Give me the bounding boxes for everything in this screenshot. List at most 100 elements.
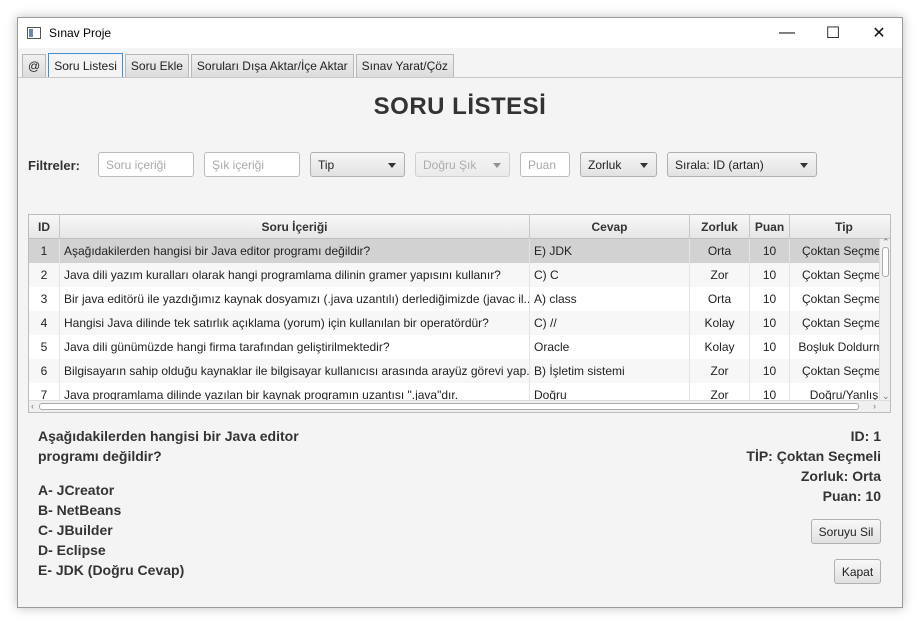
cell-id: 5 <box>29 335 60 359</box>
sort-value: Sırala: ID (artan) <box>675 158 764 172</box>
cell-question: Java dili günümüzde hangi firma tarafınd… <box>60 335 530 359</box>
cell-difficulty: Orta <box>690 239 750 263</box>
cell-score: 10 <box>750 263 790 287</box>
cell-difficulty: Zor <box>690 359 750 383</box>
type-filter-combo[interactable]: Tip <box>310 152 405 177</box>
cell-answer: A) class <box>530 287 690 311</box>
header-id[interactable]: ID <box>29 215 60 239</box>
cell-id: 6 <box>29 359 60 383</box>
header-answer[interactable]: Cevap <box>530 215 690 239</box>
vertical-scrollbar[interactable]: ⌃ ⌄ <box>879 237 890 402</box>
app-icon <box>27 27 41 39</box>
horizontal-scroll-thumb[interactable] <box>39 403 859 410</box>
choice-filter-input[interactable]: Şık içeriği <box>204 152 300 177</box>
cell-score: 10 <box>750 359 790 383</box>
cell-answer: C) // <box>530 311 690 335</box>
table-header: ID Soru İçeriği Cevap Zorluk Puan Tip <box>29 215 890 239</box>
delete-question-button[interactable]: Soruyu Sil <box>811 519 881 544</box>
cell-difficulty: Kolay <box>690 311 750 335</box>
cell-answer: B) İşletim sistemi <box>530 359 690 383</box>
chevron-down-icon <box>388 163 396 168</box>
cell-difficulty: Kolay <box>690 335 750 359</box>
close-detail-button[interactable]: Kapat <box>834 559 881 584</box>
question-table: ID Soru İçeriği Cevap Zorluk Puan Tip 1A… <box>28 214 891 413</box>
chevron-down-icon <box>640 163 648 168</box>
cell-score: 10 <box>750 335 790 359</box>
score-filter-input[interactable]: Puan <box>520 152 570 177</box>
horizontal-scrollbar[interactable]: ‹ › <box>29 400 890 412</box>
window-title: Sınav Proje <box>49 26 112 40</box>
header-type[interactable]: Tip <box>790 215 890 239</box>
app-window: Sınav Proje — ☐ ✕ @ Soru Listesi Soru Ek… <box>17 17 903 608</box>
question-filter-input[interactable]: Soru içeriği <box>98 152 194 177</box>
difficulty-filter-combo[interactable]: Zorluk <box>580 152 657 177</box>
table-row[interactable]: 6 Bilgisayarın sahip olduğu kaynaklar ile… <box>29 359 890 383</box>
detail-meta: ID: 1 TİP: Çoktan Seçmeli Zorluk: Orta P… <box>746 426 881 506</box>
cell-type: Çoktan Seçmeli <box>790 359 890 383</box>
cell-answer: C) C <box>530 263 690 287</box>
tab-at[interactable]: @ <box>22 54 47 77</box>
cell-question: Aşağıdakilerden hangisi bir Java editor … <box>60 239 530 263</box>
close-button[interactable]: ✕ <box>856 18 902 48</box>
table-row[interactable]: 4 Hangisi Java dilinde tek satırlık açıkl… <box>29 311 890 335</box>
cell-score: 10 <box>750 239 790 263</box>
choice-b: B- NetBeans <box>38 502 122 518</box>
filters-label: Filtreler: <box>28 158 81 173</box>
header-score[interactable]: Puan <box>750 215 790 239</box>
choice-c: C- JBuilder <box>38 522 113 538</box>
window-controls: — ☐ ✕ <box>764 18 902 48</box>
tab-import-export[interactable]: Soruları Dışa Aktar/İçe Aktar <box>190 54 354 77</box>
cell-score: 10 <box>750 287 790 311</box>
cell-id: 2 <box>29 263 60 287</box>
detail-type: TİP: Çoktan Seçmeli <box>746 448 881 464</box>
tab-sinav-yarat[interactable]: Sınav Yarat/Çöz <box>355 54 454 77</box>
tab-content: SORU LİSTESİ Filtreler: Soru içeriği Şık… <box>18 77 902 608</box>
detail-difficulty: Zorluk: Orta <box>800 468 881 484</box>
maximize-button[interactable]: ☐ <box>810 18 856 48</box>
cell-type: Boşluk Doldurma <box>790 335 890 359</box>
correct-choice-combo[interactable]: Doğru Şık <box>415 152 510 177</box>
choice-e: E- JDK (Doğru Cevap) <box>38 562 185 578</box>
detail-choices: A- JCreator B- NetBeans C- JBuilder D- E… <box>38 480 184 580</box>
tab-bar: @ Soru Listesi Soru Ekle Soruları Dışa A… <box>22 53 456 77</box>
cell-id: 4 <box>29 311 60 335</box>
minimize-button[interactable]: — <box>764 18 810 48</box>
correct-choice-value: Doğru Şık <box>423 158 477 172</box>
cell-answer: E) JDK <box>530 239 690 263</box>
table-body: 1 Aşağıdakilerden hangisi bir Java editor… <box>29 239 890 407</box>
table-row[interactable]: 1 Aşağıdakilerden hangisi bir Java editor… <box>29 239 890 263</box>
cell-difficulty: Zor <box>690 263 750 287</box>
cell-id: 1 <box>29 239 60 263</box>
cell-id: 3 <box>29 287 60 311</box>
cell-type: Çoktan Seçmeli <box>790 287 890 311</box>
scroll-left-icon[interactable]: ‹ <box>31 401 34 411</box>
tab-soru-ekle[interactable]: Soru Ekle <box>124 54 189 77</box>
header-difficulty[interactable]: Zorluk <box>690 215 750 239</box>
choice-d: D- Eclipse <box>38 542 106 558</box>
scroll-right-icon[interactable]: › <box>873 401 876 411</box>
choice-a: A- JCreator <box>38 482 115 498</box>
type-filter-value: Tip <box>318 158 335 172</box>
page-title: SORU LİSTESİ <box>373 93 547 120</box>
cell-score: 10 <box>750 311 790 335</box>
vertical-scroll-thumb[interactable] <box>882 247 889 277</box>
cell-answer: Oracle <box>530 335 690 359</box>
tab-soru-listesi[interactable]: Soru Listesi <box>48 53 123 77</box>
cell-question: Java dili yazım kuralları olarak hangi p… <box>60 263 530 287</box>
cell-difficulty: Orta <box>690 287 750 311</box>
header-question[interactable]: Soru İçeriği <box>60 215 530 239</box>
table-row[interactable]: 3 Bir java editörü ile yazdığımız kaynak … <box>29 287 890 311</box>
table-row[interactable]: 5 Java dili günümüzde hangi firma tarafın… <box>29 335 890 359</box>
table-row[interactable]: 2 Java dili yazım kuralları olarak hangi … <box>29 263 890 287</box>
chevron-down-icon <box>800 163 808 168</box>
chevron-down-icon <box>493 163 501 168</box>
sort-combo[interactable]: Sırala: ID (artan) <box>667 152 817 177</box>
title-bar: Sınav Proje — ☐ ✕ <box>18 18 902 48</box>
cell-type: Çoktan Seçmeli <box>790 311 890 335</box>
detail-id: ID: 1 <box>850 428 881 444</box>
cell-type: Çoktan Seçmeli <box>790 239 890 263</box>
detail-score: Puan: 10 <box>822 488 881 504</box>
cell-question: Bilgisayarın sahip olduğu kaynaklar ile … <box>60 359 530 383</box>
cell-type: Çoktan Seçmeli <box>790 263 890 287</box>
difficulty-filter-value: Zorluk <box>588 158 622 172</box>
